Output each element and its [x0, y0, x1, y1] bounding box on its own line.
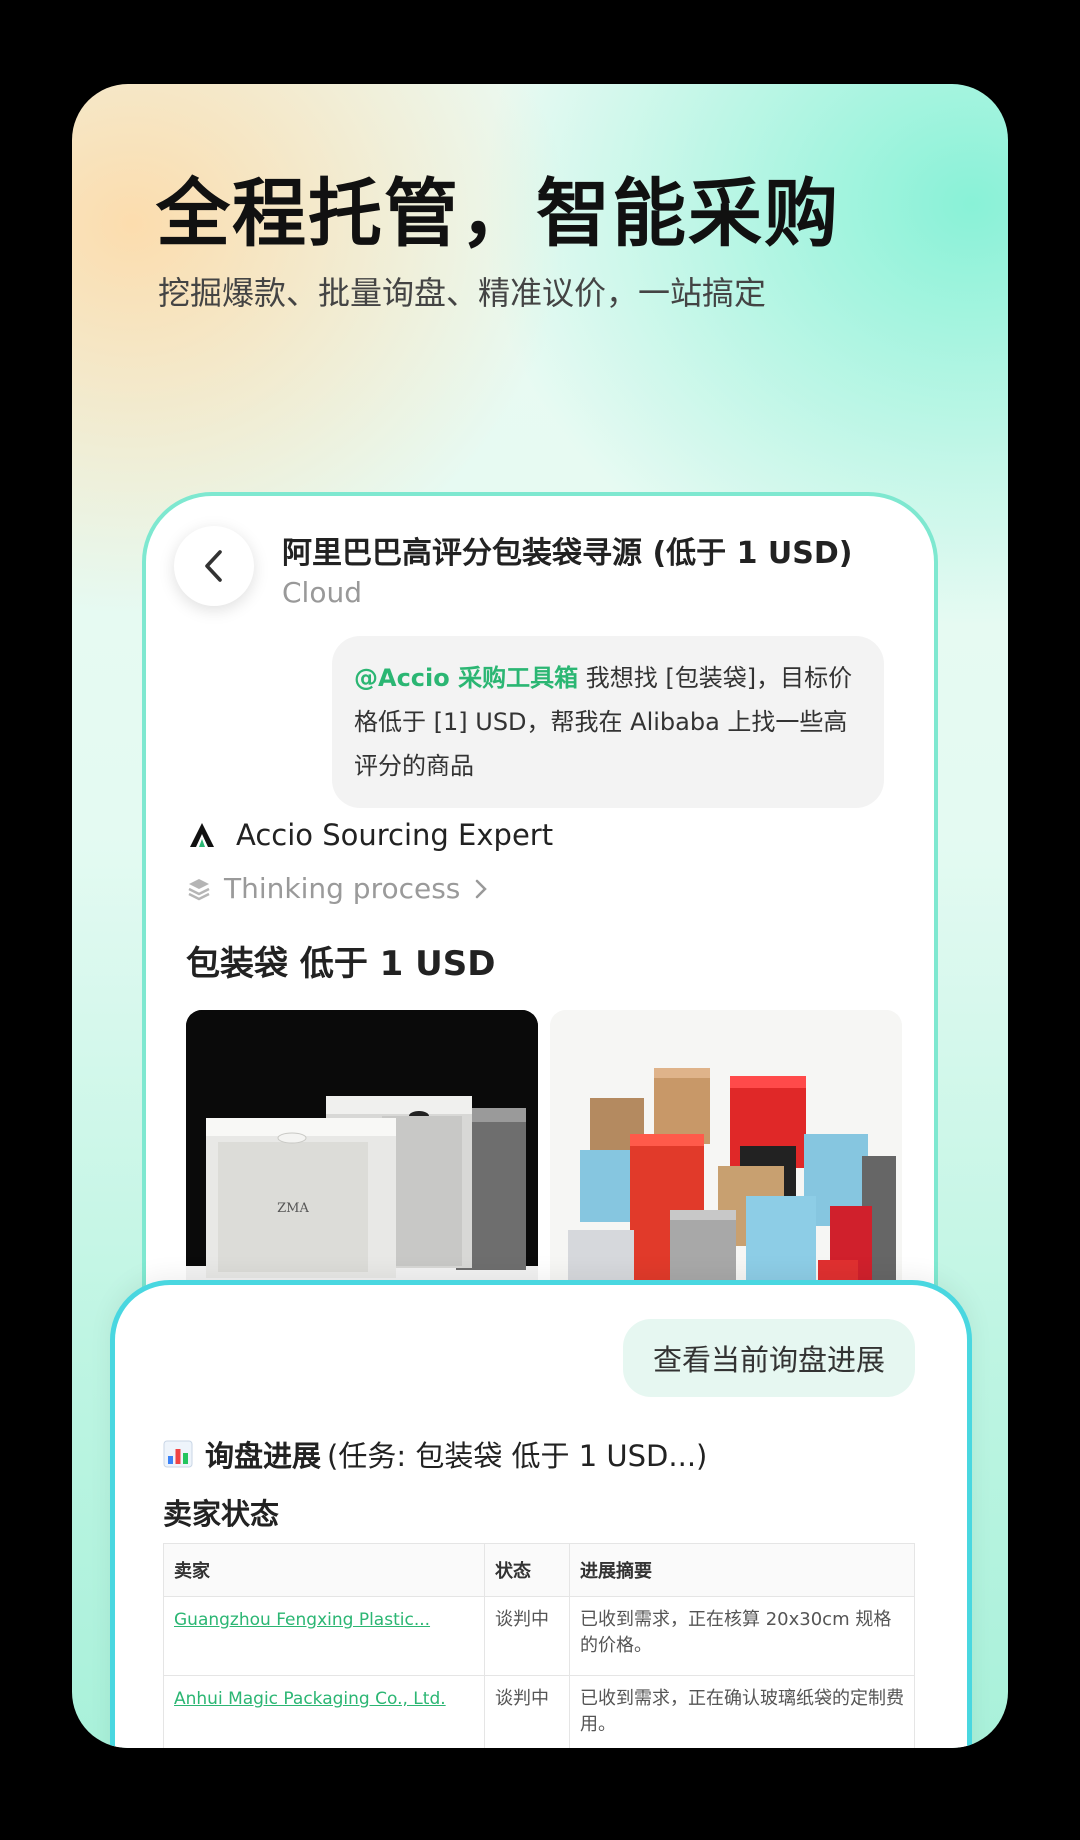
status-cell: 谈判中	[484, 1596, 570, 1676]
seller-cell: Anhui Magic Packaging Co., Ltd.	[163, 1675, 485, 1748]
table-header-row: 卖家 状态 进展摘要	[163, 1543, 915, 1597]
colorful-coffee-pouches-image	[550, 1010, 902, 1300]
table-row: Anhui Magic Packaging Co., Ltd. 谈判中 已收到需…	[163, 1675, 915, 1748]
column-header-summary: 进展摘要	[569, 1543, 915, 1597]
inquiry-progress-panel: 查看当前询盘进展 询盘进展 (任务: 包装袋 低于 1 USD...) 卖家状态…	[110, 1280, 972, 1748]
chat-subtitle: Cloud	[282, 576, 362, 609]
app-screen: 全程托管，智能采购 挖掘爆款、批量询盘、精准议价，一站搞定 阿里巴巴高评分包装袋…	[72, 84, 1008, 1748]
summary-cell: 已收到需求，正在确认玻璃纸袋的定制费用。	[569, 1675, 915, 1748]
back-button[interactable]	[174, 526, 254, 606]
inquiry-progress-task: (任务: 包装袋 低于 1 USD...)	[327, 1439, 708, 1473]
accio-logo-icon	[190, 823, 214, 847]
chat-title: 阿里巴巴高评分包装袋寻源 (低于 1 USD)	[282, 536, 853, 571]
user-message-bubble: @Accio 采购工具箱 我想找 [包装袋]，目标价格低于 [1] USD，帮我…	[332, 636, 884, 808]
bag-print-text: ZMA	[277, 1201, 309, 1216]
product-card-packaging-bags[interactable]: ZMA	[186, 1010, 538, 1300]
table-row: Guangzhou Fengxing Plastic... 谈判中 已收到需求，…	[163, 1596, 915, 1676]
agent-header: Accio Sourcing Expert	[188, 818, 553, 852]
thinking-process-label: Thinking process	[224, 872, 461, 905]
seller-status-heading: 卖家状态	[163, 1497, 280, 1531]
summary-cell: 已收到需求，正在核算 20x30cm 规格的价格。	[569, 1596, 915, 1676]
status-cell: 谈判中	[484, 1675, 570, 1748]
thinking-process-toggle[interactable]: Thinking process	[186, 872, 488, 905]
chevron-left-icon	[205, 550, 222, 582]
hero-title: 全程托管，智能采购	[156, 171, 840, 257]
bar-chart-icon	[163, 1440, 193, 1468]
chevron-right-icon	[476, 879, 488, 898]
frosted-zip-bags-image: ZMA	[186, 1010, 538, 1300]
seller-cell: Guangzhou Fengxing Plastic...	[163, 1596, 485, 1676]
layers-icon	[188, 878, 210, 900]
column-header-status: 状态	[484, 1543, 570, 1597]
inquiry-progress-heading: 询盘进展 (任务: 包装袋 低于 1 USD...)	[163, 1433, 707, 1475]
view-inquiry-progress-button[interactable]: 查看当前询盘进展	[622, 1319, 915, 1397]
product-card-coffee-pouches[interactable]	[550, 1010, 902, 1300]
seller-status-table: 卖家 状态 进展摘要 Guangzhou Fengxing Plastic...…	[163, 1543, 915, 1748]
seller-link[interactable]: Guangzhou Fengxing Plastic...	[174, 1610, 430, 1630]
seller-link[interactable]: Anhui Magic Packaging Co., Ltd.	[174, 1689, 446, 1709]
mention-link[interactable]: @Accio 采购工具箱	[354, 664, 578, 692]
hero-subtitle: 挖掘爆款、批量询盘、精准议价，一站搞定	[158, 274, 767, 312]
result-title: 包装袋 低于 1 USD	[186, 944, 496, 984]
inquiry-progress-title: 询盘进展	[205, 1439, 322, 1473]
agent-name: Accio Sourcing Expert	[236, 818, 554, 852]
column-header-seller: 卖家	[163, 1543, 485, 1597]
